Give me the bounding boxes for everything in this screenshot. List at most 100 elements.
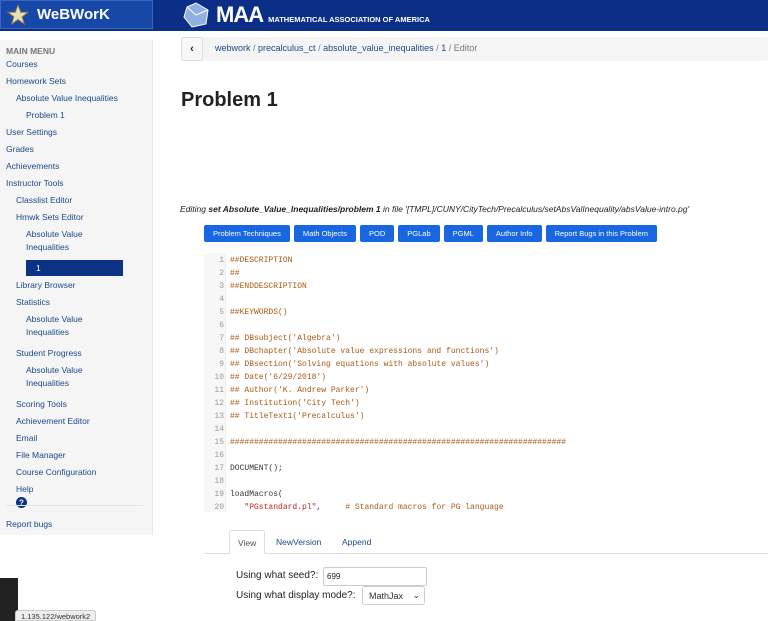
tab-newversion[interactable]: NewVersion — [268, 530, 329, 554]
line-number-gutter: 1 2 3 4 5 6 7 8 9 10 11 12 13 14 15 16 17 18 19 20 — [204, 253, 226, 512]
code-token: ## DBsection('Solving equations with abs… — [230, 360, 490, 369]
code-line: ##DESCRIPTION — [230, 256, 292, 265]
line-number: 3 — [219, 282, 224, 291]
code-line: ##KEYWORDS() — [230, 308, 288, 317]
sidebar-item[interactable]: Absolute Value — [26, 314, 83, 324]
sidebar-item[interactable]: Library Browser — [16, 280, 76, 290]
code-line: ## DBsection('Solving equations with abs… — [230, 360, 489, 369]
breadcrumb-webwork[interactable]: webwork — [215, 43, 251, 53]
sidebar-item[interactable]: User Settings — [6, 127, 57, 137]
maa-subtitle: MATHEMATICAL ASSOCIATION OF AMERICA — [268, 14, 430, 24]
sidebar-item[interactable]: Absolute Value — [26, 365, 83, 375]
code-token: ##KEYWORDS() — [230, 308, 288, 317]
line-number: 1 — [219, 256, 224, 265]
breadcrumb-set[interactable]: absolute_value_inequalities — [323, 43, 434, 53]
code-token: ## — [230, 269, 240, 278]
action-tabs: View NewVersion Append — [204, 530, 768, 554]
sidebar-item[interactable]: Hmwk Sets Editor — [16, 212, 84, 222]
webwork-logo[interactable]: WeBWorK — [0, 0, 153, 29]
line-number: 11 — [214, 386, 224, 395]
sidebar-item[interactable]: Achievements — [6, 161, 59, 171]
code-token: ## Author('K. Andrew Parker') — [230, 386, 370, 395]
code-line: ## Institution('City Tech') — [230, 399, 360, 408]
pgml-button[interactable]: PGML — [443, 225, 483, 242]
line-number: 12 — [214, 399, 224, 408]
code-line: ## DBsubject('Algebra') — [230, 334, 340, 343]
pod-button[interactable]: POD — [360, 225, 395, 242]
line-number: 18 — [214, 477, 224, 486]
sidebar-item[interactable]: Homework Sets — [6, 76, 66, 86]
breadcrumb: ‹ webwork / precalculus_ct / absolute_va… — [181, 37, 768, 61]
code-line: ########################################… — [230, 438, 566, 447]
line-number: 16 — [214, 451, 224, 460]
code-token: , — [316, 503, 346, 512]
maa-text: MAA — [216, 2, 264, 27]
breadcrumb-course[interactable]: precalculus_ct — [258, 43, 316, 53]
sidebar-item[interactable]: Absolute Value Inequalities — [16, 93, 118, 103]
sidebar-item[interactable]: Help — [16, 484, 33, 494]
line-number: 20 — [214, 503, 224, 512]
sidebar-item[interactable]: Scoring Tools — [16, 399, 67, 409]
math-objects-button[interactable]: Math Objects — [293, 225, 357, 242]
author-info-button[interactable]: Author Info — [486, 225, 542, 242]
code-token: ########################################… — [230, 438, 567, 447]
line-number: 13 — [214, 412, 224, 421]
report-bugs-link[interactable]: Report bugs — [6, 519, 52, 529]
code-token: ## Date('6/29/2018') — [230, 373, 327, 382]
sidebar-item[interactable]: Instructor Tools — [6, 178, 63, 188]
brand-name: WeBWorK — [37, 6, 110, 23]
code-token: ##DESCRIPTION — [230, 256, 293, 265]
code-token: ## DBsubject('Algebra') — [230, 334, 341, 343]
sidebar-item[interactable]: Course Configuration — [16, 467, 96, 477]
editing-info: Editing set Absolute_Value_Inequalities/… — [180, 204, 690, 214]
problem-techniques-button[interactable]: Problem Techniques — [204, 225, 290, 242]
line-number: 10 — [214, 373, 224, 382]
display-mode-select[interactable]: MathJax ⌄ — [362, 586, 425, 605]
line-number: 17 — [214, 464, 224, 473]
page-title: Problem 1 — [181, 89, 278, 111]
tab-view[interactable]: View — [229, 530, 266, 554]
sidebar-item[interactable]: File Manager — [16, 450, 66, 460]
tab-append[interactable]: Append — [334, 530, 379, 554]
back-button[interactable]: ‹ — [181, 37, 203, 61]
code-line: ## — [230, 269, 240, 278]
sidebar-item[interactable]: Student Progress — [16, 348, 82, 358]
line-number: 8 — [219, 347, 224, 356]
code-token: ## Institution('City Tech') — [230, 399, 360, 408]
sidebar-item[interactable]: Statistics — [16, 297, 50, 307]
sidebar-item[interactable]: Achievement Editor — [16, 416, 90, 426]
seed-input[interactable]: 699 — [323, 567, 427, 586]
code-editor[interactable]: 1 2 3 4 5 6 7 8 9 10 11 12 13 14 15 16 17 18 19 20 ##DESCRIP… — [204, 253, 752, 512]
sidebar-item[interactable]: Problem 1 — [26, 110, 65, 120]
report-bugs-problem-button[interactable]: Report Bugs in this Problem — [545, 225, 657, 242]
code-token: ##ENDDESCRIPTION — [230, 282, 307, 291]
code-line: ##ENDDESCRIPTION — [230, 282, 307, 291]
line-number: 4 — [219, 295, 224, 304]
sidebar-item[interactable]: Inequalities — [26, 242, 69, 252]
maa-icosahedron-icon — [183, 2, 209, 28]
sidebar-item[interactable]: Courses — [6, 59, 38, 69]
line-number: 7 — [219, 334, 224, 343]
sidebar: MAIN MENU Courses Homework Sets Absolute Va… — [0, 40, 153, 535]
sidebar-item[interactable]: Inequalities — [26, 327, 69, 337]
sidebar-item[interactable]: Absolute Value — [26, 229, 83, 239]
line-number: 6 — [219, 321, 224, 330]
code-line: ## Date('6/29/2018') — [230, 373, 326, 382]
help-question-icon[interactable]: ? — [16, 497, 27, 510]
maa-logo: MAA MATHEMATICAL ASSOCIATION OF AMERICA — [182, 2, 430, 28]
sidebar-item[interactable]: 1 — [26, 260, 123, 276]
line-number: 19 — [214, 490, 224, 499]
breadcrumb-current: Editor — [453, 43, 478, 53]
code-token: DOCUMENT(); — [230, 464, 283, 473]
help-button-bar: Problem Techniques Math Objects POD PGLa… — [204, 225, 657, 242]
line-number: 15 — [214, 438, 224, 447]
sidebar-item[interactable]: Email — [16, 433, 37, 443]
svg-text:?: ? — [19, 499, 24, 508]
sidebar-item[interactable]: Inequalities — [26, 378, 69, 388]
pglab-button[interactable]: PGLab — [398, 225, 440, 242]
sidebar-item[interactable]: Classlist Editor — [16, 195, 72, 205]
sidebar-item[interactable]: Grades — [6, 144, 34, 154]
code-line: ## Author('K. Andrew Parker') — [230, 386, 369, 395]
code-line: "PGstandard.pl", # Standard macros for P… — [230, 503, 503, 512]
